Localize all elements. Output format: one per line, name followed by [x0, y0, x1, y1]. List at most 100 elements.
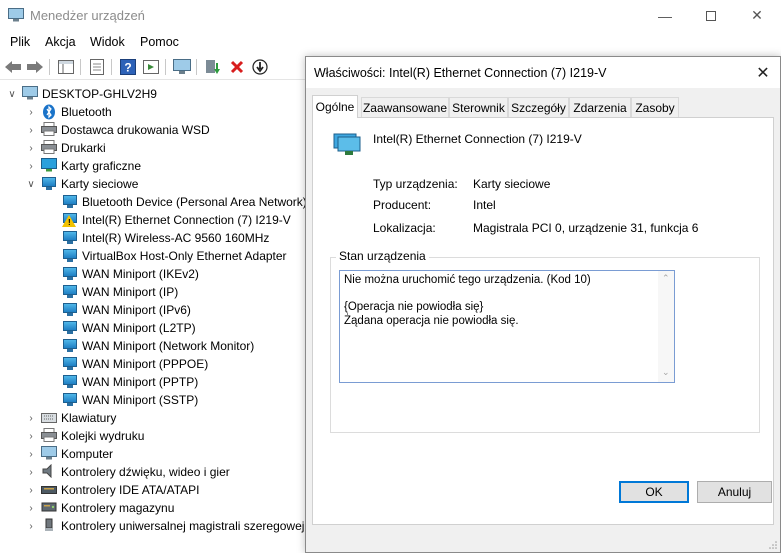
enable-device-button[interactable]	[250, 57, 270, 77]
tree-device-item[interactable]: WAN Miniport (PPPOE)	[62, 355, 208, 373]
computer-icon	[22, 86, 38, 102]
tree-device-label: WAN Miniport (IP)	[82, 285, 179, 299]
tree-category-keyboards[interactable]: › Klawiatury	[25, 409, 116, 427]
tree-root[interactable]: ∨ DESKTOP-GHLV2H9	[6, 85, 157, 103]
help-icon: ?	[120, 59, 136, 75]
action-pane-button[interactable]	[141, 57, 161, 77]
scroll-up-arrow-icon[interactable]: ⌃	[662, 273, 670, 284]
warning-icon: !	[62, 212, 78, 228]
close-icon: ✕	[751, 7, 763, 23]
device-status-label: Stan urządzenia	[336, 249, 429, 263]
help-button[interactable]: ?	[118, 57, 138, 77]
network-adapter-icon	[62, 248, 78, 264]
resize-grip-icon[interactable]	[768, 540, 778, 550]
tree-device-item[interactable]: WAN Miniport (IP)	[62, 283, 178, 301]
tree-category-storage[interactable]: › Kontrolery magazynu	[25, 499, 174, 517]
tree-category-label: Kontrolery IDE ATA/ATAPI	[61, 483, 200, 497]
tree-category-print-queues[interactable]: › Kolejki wydruku	[25, 427, 144, 445]
show-hide-console-button[interactable]	[56, 57, 76, 77]
close-button[interactable]: ✕	[734, 0, 780, 31]
tab-driver[interactable]: Sterownik	[449, 97, 508, 117]
minimize-button[interactable]: —	[642, 0, 688, 31]
tree-category-wsd-print[interactable]: › Dostawca drukowania WSD	[25, 121, 210, 139]
uninstall-device-button[interactable]	[227, 57, 247, 77]
tree-category-usb[interactable]: › Kontrolery uniwersalnej magistrali sze…	[25, 517, 304, 535]
dialog-title: Właściwości: Intel(R) Ethernet Connectio…	[314, 66, 607, 80]
scroll-down-arrow-icon[interactable]: ⌄	[662, 367, 670, 378]
network-adapter-icon	[41, 176, 57, 192]
tree-device-label: Bluetooth Device (Personal Area Network)	[82, 195, 307, 209]
tree-category-computer[interactable]: › Komputer	[25, 445, 113, 463]
expand-chevron-icon[interactable]: ›	[25, 106, 37, 118]
update-driver-icon	[206, 60, 220, 74]
tree-device-item[interactable]: WAN Miniport (IPv6)	[62, 301, 191, 319]
tree-device-item-error[interactable]: ! Intel(R) Ethernet Connection (7) I219-…	[62, 211, 291, 229]
expand-chevron-icon[interactable]: ›	[25, 520, 37, 532]
tree-device-item[interactable]: WAN Miniport (SSTP)	[62, 391, 198, 409]
tree-category-bluetooth[interactable]: › Bluetooth	[25, 103, 112, 121]
tree-category-display-adapters[interactable]: › Karty graficzne	[25, 157, 141, 175]
tree-device-item[interactable]: VirtualBox Host-Only Ethernet Adapter	[62, 247, 287, 265]
expand-chevron-icon[interactable]: ›	[25, 484, 37, 496]
cancel-button[interactable]: Anuluj	[697, 481, 772, 503]
dialog-close-button[interactable]: ✕	[746, 57, 780, 88]
menu-help[interactable]: Pomoc	[140, 35, 179, 49]
manufacturer-label: Producent:	[373, 198, 432, 212]
tab-advanced[interactable]: Zaawansowane	[361, 97, 449, 117]
menu-action[interactable]: Akcja	[45, 35, 76, 49]
tree-device-item[interactable]: WAN Miniport (PPTP)	[62, 373, 198, 391]
update-driver-button[interactable]	[203, 57, 223, 77]
tree-device-item[interactable]: WAN Miniport (Network Monitor)	[62, 337, 254, 355]
scan-hardware-button[interactable]	[172, 57, 192, 77]
expand-chevron-icon[interactable]: ›	[25, 142, 37, 154]
tree-category-label: Kolejki wydruku	[61, 429, 145, 443]
expand-chevron-icon[interactable]: ›	[25, 448, 37, 460]
keyboard-icon	[41, 410, 57, 426]
collapse-chevron-icon[interactable]: ∨	[25, 178, 37, 190]
tree-device-item[interactable]: Bluetooth Device (Personal Area Network)	[62, 193, 307, 211]
tree-device-label: WAN Miniport (Network Monitor)	[82, 339, 255, 353]
ok-button[interactable]: OK	[619, 481, 689, 503]
window-title: Menedżer urządzeń	[30, 8, 145, 23]
tree-device-label: WAN Miniport (SSTP)	[82, 393, 199, 407]
tree-device-label: VirtualBox Host-Only Ethernet Adapter	[82, 249, 287, 263]
collapse-chevron-icon[interactable]: ∨	[6, 88, 18, 100]
download-arrow-icon	[252, 59, 268, 75]
tree-category-label: Komputer	[61, 447, 114, 461]
tree-device-item[interactable]: WAN Miniport (L2TP)	[62, 319, 196, 337]
tree-category-sound[interactable]: › Kontrolery dźwięku, wideo i gier	[25, 463, 230, 481]
back-button[interactable]	[3, 57, 23, 77]
device-status-textbox[interactable]: Nie można uruchomić tego urządzenia. (Ko…	[339, 270, 675, 383]
tree-device-item[interactable]: Intel(R) Wireless-AC 9560 160MHz	[62, 229, 269, 247]
expand-chevron-icon[interactable]: ›	[25, 412, 37, 424]
expand-chevron-icon[interactable]: ›	[25, 466, 37, 478]
tree-device-label: WAN Miniport (L2TP)	[82, 321, 196, 335]
tree-category-printers[interactable]: › Drukarki	[25, 139, 106, 157]
status-scrollbar[interactable]: ⌃ ⌄	[658, 271, 674, 382]
tree-category-ide[interactable]: › Kontrolery IDE ATA/ATAPI	[25, 481, 200, 499]
tree-device-item[interactable]: WAN Miniport (IKEv2)	[62, 265, 199, 283]
expand-chevron-icon[interactable]: ›	[25, 502, 37, 514]
toolbar-separator	[196, 59, 197, 75]
tab-details[interactable]: Szczegóły	[508, 97, 569, 117]
tab-general[interactable]: Ogólne	[312, 95, 358, 118]
expand-chevron-icon[interactable]: ›	[25, 430, 37, 442]
maximize-button[interactable]	[688, 0, 734, 31]
tab-resources[interactable]: Zasoby	[631, 97, 679, 117]
expand-chevron-icon[interactable]: ›	[25, 124, 37, 136]
forward-button[interactable]	[25, 57, 45, 77]
tree-category-network-adapters[interactable]: ∨ Karty sieciowe	[25, 175, 138, 193]
usb-icon	[41, 518, 57, 534]
network-adapter-icon	[333, 133, 361, 155]
ide-controller-icon	[41, 482, 57, 498]
tab-events[interactable]: Zdarzenia	[569, 97, 631, 117]
forward-arrow-icon	[27, 61, 43, 73]
menu-view[interactable]: Widok	[90, 35, 125, 49]
menu-file[interactable]: Plik	[10, 35, 30, 49]
tree-category-label: Kontrolery uniwersalnej magistrali szere…	[61, 519, 305, 533]
bluetooth-icon	[41, 104, 57, 120]
tree-device-label: WAN Miniport (PPTP)	[82, 375, 199, 389]
tree-device-label: WAN Miniport (IPv6)	[82, 303, 191, 317]
expand-chevron-icon[interactable]: ›	[25, 160, 37, 172]
properties-button[interactable]	[87, 57, 107, 77]
